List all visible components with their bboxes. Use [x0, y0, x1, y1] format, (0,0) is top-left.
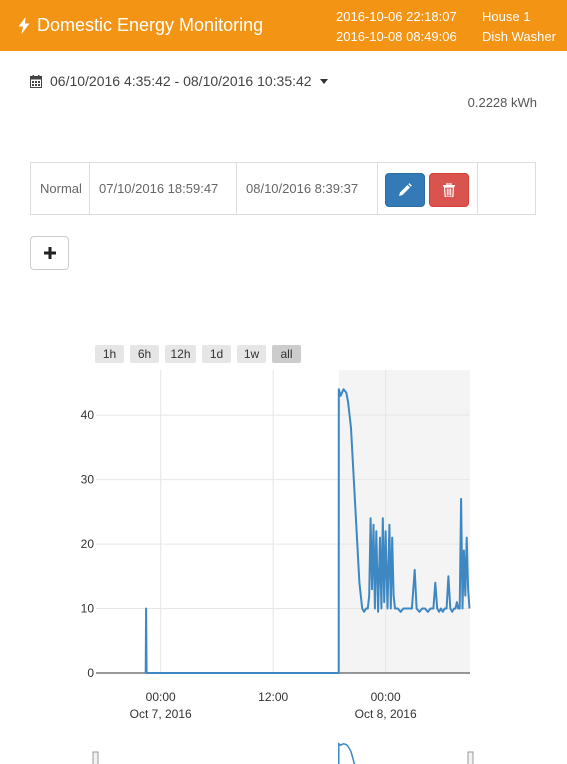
x-tick-date-label: Oct 7, 2016	[130, 707, 192, 721]
navigator-handle-left[interactable]	[92, 751, 99, 764]
navigator-handle-right[interactable]	[467, 751, 474, 764]
energy-line-chart: 0 10 20 30 40 00:00 Oct 7, 2016 12:00 00:00 Oct …	[81, 370, 474, 764]
x-tick-time-label: 00:00	[371, 690, 401, 704]
y-tick-label: 20	[81, 537, 95, 551]
y-tick-label: 30	[81, 473, 95, 487]
x-tick-time-label: 12:00	[258, 690, 288, 704]
y-tick-label: 10	[81, 602, 95, 616]
y-tick-label: 40	[81, 408, 95, 422]
navigator[interactable]	[92, 742, 474, 764]
x-tick-date-label: Oct 8, 2016	[355, 707, 417, 721]
x-tick-time-label: 00:00	[146, 690, 176, 704]
navigator-series-line	[338, 742, 356, 764]
y-tick-label: 0	[87, 666, 94, 680]
